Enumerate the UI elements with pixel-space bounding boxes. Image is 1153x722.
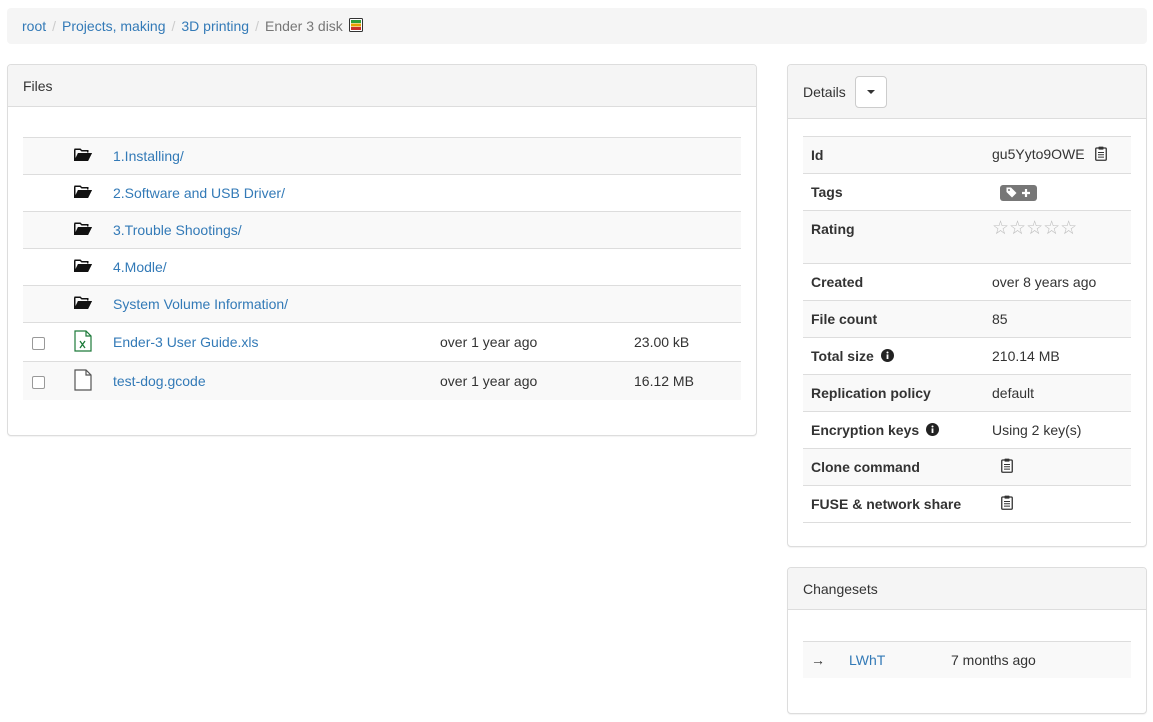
file-size: 16.12 MB xyxy=(634,373,694,389)
arrow-right-icon: → xyxy=(811,652,825,668)
directory-link[interactable]: 3.Trouble Shootings/ xyxy=(113,222,242,238)
details-row-id: Id gu5Yyto9OWE xyxy=(803,136,1131,174)
file-icon xyxy=(74,368,92,394)
directory-row[interactable]: 2.Software and USB Driver/ xyxy=(23,174,741,212)
file-select-checkbox[interactable] xyxy=(31,375,45,389)
caret-down-icon xyxy=(866,89,875,94)
changesets-table: → LWhT 7 months ago xyxy=(803,641,1131,678)
details-value: 210.14 MB xyxy=(992,348,1060,364)
folder-open-icon xyxy=(74,222,92,239)
details-row-fuse-share: FUSE & network share xyxy=(803,485,1131,523)
details-key: Id xyxy=(811,147,824,163)
changesets-panel: Changesets → LWhT 7 months ago xyxy=(787,567,1147,714)
info-icon[interactable] xyxy=(926,422,940,439)
breadcrumb-separator: / xyxy=(255,18,259,34)
file-link[interactable]: test-dog.gcode xyxy=(113,373,206,389)
files-panel: Files 1.Installing/ 2.Software and USB D… xyxy=(7,64,757,436)
details-dropdown-button[interactable] xyxy=(854,75,887,108)
breadcrumb-separator: / xyxy=(52,18,57,34)
directory-link[interactable]: System Volume Information/ xyxy=(113,296,288,312)
add-tag-button[interactable] xyxy=(1000,184,1037,201)
details-value: 85 xyxy=(992,311,1008,327)
breadcrumb-separator: / xyxy=(171,18,176,34)
changeset-time: 7 months ago xyxy=(951,652,1036,668)
details-value: over 8 years ago xyxy=(992,274,1097,290)
details-row-replication-policy: Replication policy default xyxy=(803,374,1131,412)
details-table: Id gu5Yyto9OWE Tags Rating ☆☆☆☆☆ Created… xyxy=(803,136,1131,523)
details-row-tags: Tags xyxy=(803,173,1131,211)
folder-open-icon xyxy=(74,259,92,276)
excel-file-icon xyxy=(74,329,92,355)
rating-stars[interactable]: ☆☆☆☆☆ xyxy=(992,217,1077,239)
directory-link[interactable]: 2.Software and USB Driver/ xyxy=(113,185,285,201)
directory-row[interactable]: System Volume Information/ xyxy=(23,285,741,323)
breadcrumb-3d-printing[interactable]: 3D printing xyxy=(181,18,249,34)
clipboard-icon[interactable] xyxy=(1001,495,1013,513)
file-row[interactable]: Ender-3 User Guide.xls over 1 year ago 2… xyxy=(23,322,741,362)
breadcrumb-current: Ender 3 disk xyxy=(264,18,343,34)
details-row-clone-command: Clone command xyxy=(803,448,1131,486)
changeset-row: → LWhT 7 months ago xyxy=(803,641,1131,678)
id-value: gu5Yyto9OWE xyxy=(992,146,1085,162)
info-icon[interactable] xyxy=(880,348,894,365)
files-panel-heading: Files xyxy=(8,65,756,107)
details-panel-heading: Details xyxy=(788,65,1146,119)
files-table: 1.Installing/ 2.Software and USB Driver/… xyxy=(23,137,741,400)
details-row-file-count: File count 85 xyxy=(803,300,1131,338)
details-key: FUSE & network share xyxy=(811,496,962,512)
details-panel-title: Details xyxy=(803,83,846,100)
details-row-created: Created over 8 years ago xyxy=(803,263,1131,301)
details-key: Encryption keys xyxy=(811,421,920,438)
details-row-rating: Rating ☆☆☆☆☆ xyxy=(803,210,1131,264)
details-key: File count xyxy=(811,311,878,327)
folder-open-icon xyxy=(74,185,92,202)
file-link[interactable]: Ender-3 User Guide.xls xyxy=(113,334,259,350)
changeset-link[interactable]: LWhT xyxy=(849,652,885,668)
details-row-total-size: Total size 210.14 MB xyxy=(803,337,1131,375)
directory-row[interactable]: 3.Trouble Shootings/ xyxy=(23,211,741,249)
file-modified: over 1 year ago xyxy=(440,334,538,350)
details-key: Tags xyxy=(811,184,843,200)
clipboard-icon[interactable] xyxy=(1094,146,1107,164)
disk-icon xyxy=(348,17,363,35)
file-modified: over 1 year ago xyxy=(440,373,538,389)
breadcrumb-projects-making[interactable]: Projects, making xyxy=(62,18,165,34)
details-key: Clone command xyxy=(811,459,920,475)
folder-open-icon xyxy=(74,148,92,165)
file-select-checkbox[interactable] xyxy=(31,336,45,350)
directory-row[interactable]: 4.Modle/ xyxy=(23,248,741,286)
details-panel: Details Id gu5Yyto9OWE Tags Rating ☆☆☆☆☆… xyxy=(787,64,1147,547)
details-value: Using 2 key(s) xyxy=(992,422,1082,438)
file-row[interactable]: test-dog.gcode over 1 year ago 16.12 MB xyxy=(23,361,741,400)
details-row-encryption-keys: Encryption keys Using 2 key(s) xyxy=(803,411,1131,449)
directory-link[interactable]: 1.Installing/ xyxy=(113,148,184,164)
details-key: Total size xyxy=(811,347,874,364)
folder-open-icon xyxy=(74,296,92,313)
file-size: 23.00 kB xyxy=(634,334,690,350)
details-value: default xyxy=(992,385,1035,401)
files-panel-title: Files xyxy=(23,77,53,94)
breadcrumb: root / Projects, making / 3D printing / … xyxy=(7,8,1147,44)
tag-icon xyxy=(1006,185,1017,201)
changesets-panel-title: Changesets xyxy=(803,580,878,597)
clipboard-icon[interactable] xyxy=(1001,458,1013,476)
details-key: Replication policy xyxy=(811,385,931,401)
breadcrumb-root[interactable]: root xyxy=(22,18,46,34)
details-key: Rating xyxy=(811,221,855,237)
details-key: Created xyxy=(811,274,864,290)
changesets-panel-heading: Changesets xyxy=(788,568,1146,610)
directory-link[interactable]: 4.Modle/ xyxy=(113,259,167,275)
directory-row[interactable]: 1.Installing/ xyxy=(23,137,741,175)
plus-icon xyxy=(1021,185,1031,201)
